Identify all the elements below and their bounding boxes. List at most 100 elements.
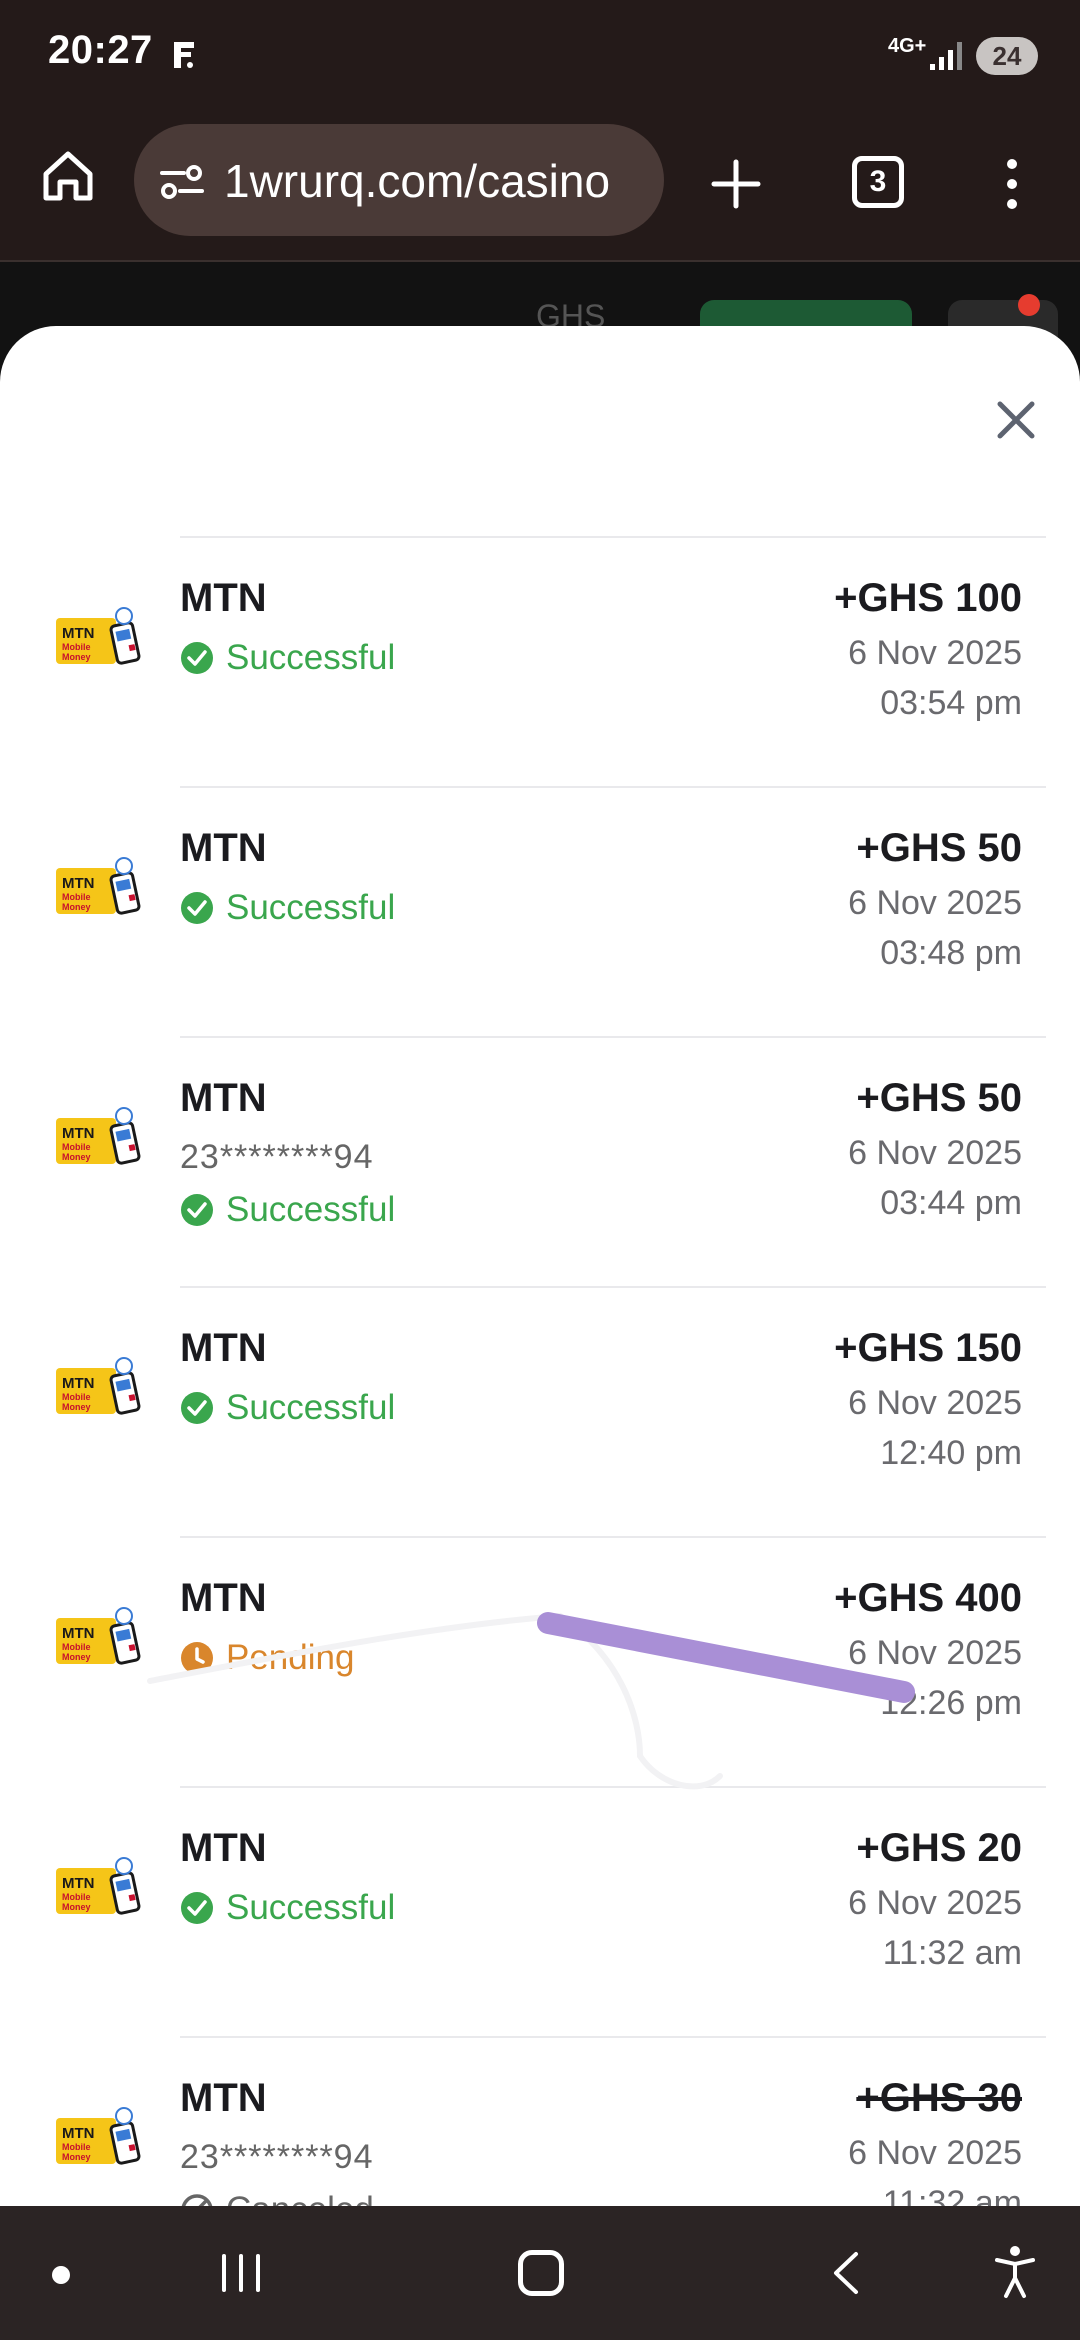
svg-text:Mobile: Mobile <box>62 1892 91 1902</box>
transaction-list: MTN Mobile Money MTN Successful +GHS 100… <box>0 536 1080 2206</box>
transaction-status: Successful <box>180 1190 395 1230</box>
svg-text:Mobile: Mobile <box>62 2142 91 2152</box>
svg-text:Mobile: Mobile <box>62 642 91 652</box>
mtn-mobile-money-logo: MTN Mobile Money <box>56 1357 141 1415</box>
svg-text:MTN: MTN <box>62 1875 95 1892</box>
browser-toolbar: 1wrurq.com/casino 3 <box>0 112 1080 260</box>
transaction-status-text: Successful <box>226 1888 396 1927</box>
signal-icon <box>930 42 962 70</box>
transaction-row[interactable]: MTN Mobile Money MTN Successful +GHS 50 … <box>56 786 1046 1036</box>
svg-text:Money: Money <box>62 1902 91 1912</box>
transaction-status-text: Successful <box>226 638 396 677</box>
transaction-method: MTN <box>180 2076 267 2120</box>
transaction-amount: +GHS 50 <box>856 826 1022 870</box>
check-circle-icon <box>181 1392 213 1424</box>
transaction-time: 03:54 pm <box>880 684 1022 722</box>
transaction-time: 03:48 pm <box>880 934 1022 972</box>
check-circle-icon <box>181 1892 213 1924</box>
transaction-row[interactable]: MTN Mobile Money MTN Successful +GHS 20 … <box>56 1786 1046 2036</box>
svg-text:Money: Money <box>62 1402 91 1412</box>
svg-text:MTN: MTN <box>62 1375 95 1392</box>
transaction-status: Successful <box>180 638 395 678</box>
mtn-mobile-money-logo: MTN Mobile Money <box>56 1607 141 1665</box>
svg-text:Money: Money <box>62 1652 91 1662</box>
transaction-method: MTN <box>180 826 267 870</box>
transaction-amount: +GHS 150 <box>834 1326 1022 1370</box>
menu-icon[interactable] <box>998 156 1026 212</box>
transaction-time: 03:44 pm <box>880 1184 1022 1222</box>
transaction-time: 11:32 am <box>882 1934 1022 1972</box>
svg-text:Money: Money <box>62 652 91 662</box>
cancel-circle-icon <box>181 2194 213 2206</box>
clock-icon <box>181 1642 213 1674</box>
transaction-status: Successful <box>180 1388 395 1428</box>
status-bar: 20:27 4G+ 24 <box>0 0 1080 112</box>
svg-text:Money: Money <box>62 902 91 912</box>
svg-text:Mobile: Mobile <box>62 1392 91 1402</box>
transaction-method: MTN <box>180 1326 267 1370</box>
svg-text:MTN: MTN <box>62 2125 95 2142</box>
transaction-method: MTN <box>180 1076 267 1120</box>
transaction-method: MTN <box>180 1576 267 1620</box>
svg-text:MTN: MTN <box>62 1125 95 1142</box>
mtn-mobile-money-logo: MTN Mobile Money <box>56 857 141 915</box>
transaction-status: Pending <box>180 1638 354 1678</box>
svg-text:MTN: MTN <box>62 1625 95 1642</box>
transaction-row[interactable]: MTN Mobile Money MTN Successful +GHS 150… <box>56 1286 1046 1536</box>
mtn-mobile-money-logo: MTN Mobile Money <box>56 607 141 665</box>
notification-dot <box>1018 294 1040 316</box>
transaction-method: MTN <box>180 576 267 620</box>
check-circle-icon <box>181 642 213 674</box>
site-settings-icon[interactable] <box>158 164 206 200</box>
svg-text:MTN: MTN <box>62 875 95 892</box>
transaction-status: Canceled <box>180 2190 374 2206</box>
home-button-icon[interactable] <box>518 2250 564 2296</box>
address-bar[interactable]: 1wrurq.com/casino <box>134 124 664 236</box>
transaction-history-sheet: MTN Mobile Money MTN Successful +GHS 100… <box>0 326 1080 2206</box>
check-circle-icon <box>181 1194 213 1226</box>
svg-text:MTN: MTN <box>62 625 95 642</box>
transaction-amount: +GHS 30 <box>856 2076 1022 2120</box>
mtn-mobile-money-logo: MTN Mobile Money <box>56 1107 141 1165</box>
battery-indicator: 24 <box>976 37 1038 75</box>
svg-text:Mobile: Mobile <box>62 892 91 902</box>
accessibility-icon[interactable] <box>994 2244 1036 2300</box>
transaction-account: 23********94 <box>180 1138 374 1176</box>
app-notification-icon <box>174 42 194 68</box>
mtn-mobile-money-logo: MTN Mobile Money <box>56 2107 141 2165</box>
transaction-date: 6 Nov 2025 <box>848 884 1022 922</box>
transaction-amount: +GHS 50 <box>856 1076 1022 1120</box>
transaction-status-text: Successful <box>226 1388 396 1427</box>
transaction-row[interactable]: MTN Mobile Money MTN 23********94 Succes… <box>56 1036 1046 1286</box>
transaction-row[interactable]: MTN Mobile Money MTN Pending +GHS 400 6 … <box>56 1536 1046 1786</box>
url-text: 1wrurq.com/casino <box>224 155 611 207</box>
transaction-row[interactable]: MTN Mobile Money MTN Successful +GHS 100… <box>56 536 1046 786</box>
new-tab-icon[interactable] <box>710 158 762 210</box>
transaction-date: 6 Nov 2025 <box>848 1384 1022 1422</box>
transaction-amount: +GHS 400 <box>834 1576 1022 1620</box>
transaction-status-text: Canceled <box>226 2190 374 2206</box>
home-icon[interactable] <box>40 148 96 204</box>
transaction-date: 6 Nov 2025 <box>848 2134 1022 2172</box>
nav-dot-icon <box>52 2266 70 2284</box>
transaction-status: Successful <box>180 1888 395 1928</box>
mtn-mobile-money-logo: MTN Mobile Money <box>56 1857 141 1915</box>
recents-icon[interactable] <box>218 2252 264 2294</box>
svg-text:Mobile: Mobile <box>62 1142 91 1152</box>
transaction-time: 11:32 am <box>882 2184 1022 2206</box>
close-icon[interactable] <box>992 396 1040 444</box>
tabs-icon[interactable]: 3 <box>852 156 904 208</box>
transaction-status-text: Successful <box>226 1190 396 1229</box>
check-circle-icon <box>181 892 213 924</box>
transaction-status-text: Pending <box>226 1638 355 1677</box>
transaction-method: MTN <box>180 1826 267 1870</box>
back-icon[interactable] <box>830 2250 862 2296</box>
svg-text:Money: Money <box>62 2152 91 2162</box>
transaction-row[interactable]: MTN Mobile Money MTN 23********94 Cancel… <box>56 2036 1046 2206</box>
transaction-amount: +GHS 100 <box>834 576 1022 620</box>
transaction-time: 12:40 pm <box>880 1434 1022 1472</box>
system-nav-bar <box>0 2206 1080 2340</box>
transaction-date: 6 Nov 2025 <box>848 1134 1022 1172</box>
transaction-date: 6 Nov 2025 <box>848 1634 1022 1672</box>
transaction-amount: +GHS 20 <box>856 1826 1022 1870</box>
